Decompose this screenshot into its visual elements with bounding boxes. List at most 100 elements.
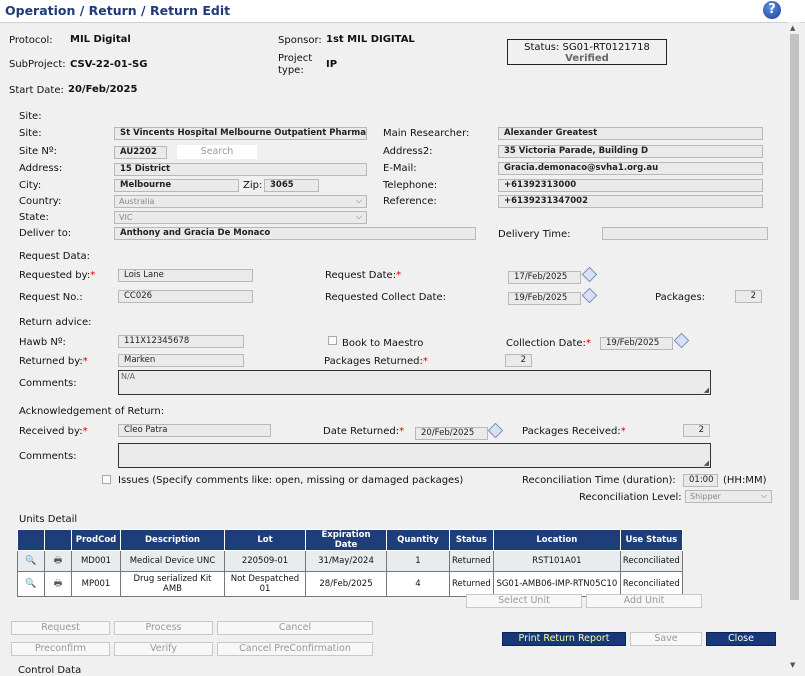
scroll-up-icon[interactable]: ▲ xyxy=(790,24,795,32)
recon-time-field[interactable]: 01:00 xyxy=(683,474,718,487)
return-comments-label: Comments: xyxy=(19,378,77,389)
subproject-value: CSV-22-01-SG xyxy=(70,59,148,70)
resize-grip-icon[interactable]: ◢ xyxy=(704,459,709,467)
table-row[interactable]: 🔍 🖶 MD001 Medical Device UNC 220509-01 3… xyxy=(17,550,683,572)
collection-date-label: Collection Date:* xyxy=(506,338,591,349)
add-unit-button[interactable]: Add Unit xyxy=(586,594,702,608)
description-cell: Medical Device UNC xyxy=(120,550,225,572)
cancel-preconfirmation-button[interactable]: Cancel PreConfirmation xyxy=(217,642,373,656)
city-label: City: xyxy=(19,180,42,191)
site-no-label: Site Nº: xyxy=(19,146,57,157)
units-table: ProdCod Description Lot Expiration Date … xyxy=(17,529,683,597)
select-unit-button[interactable]: Select Unit xyxy=(466,594,582,608)
column-header: Expiration Date xyxy=(305,529,387,551)
column-header xyxy=(44,529,72,551)
calendar-icon[interactable] xyxy=(581,287,598,304)
site-section-label: Site: xyxy=(19,111,42,122)
address-field[interactable]: 15 District xyxy=(114,163,367,176)
recon-time-unit: (HH:MM) xyxy=(723,475,767,486)
packages-received-field[interactable]: 2 xyxy=(683,424,710,437)
request-date-field[interactable]: 17/Feb/2025 xyxy=(508,271,581,284)
column-header: Quantity xyxy=(386,529,450,551)
telephone-field[interactable]: +61392313000 xyxy=(498,179,763,192)
process-button[interactable]: Process xyxy=(114,621,213,635)
collection-date-field[interactable]: 19/Feb/2025 xyxy=(600,337,673,350)
search-button[interactable]: Search xyxy=(177,145,257,159)
reference-field[interactable]: +6139231347002 xyxy=(498,195,763,208)
site-no-field[interactable]: AU2202 xyxy=(114,146,167,159)
reference-label: Reference: xyxy=(383,196,437,207)
calendar-icon[interactable] xyxy=(581,266,598,283)
state-select[interactable]: VIC ⌵ xyxy=(114,211,367,224)
main-researcher-field[interactable]: Alexander Greatest xyxy=(498,127,763,140)
packages-field[interactable]: 2 xyxy=(735,290,762,303)
received-by-field[interactable]: Cleo Patra xyxy=(118,424,271,437)
resize-grip-icon[interactable]: ◢ xyxy=(704,386,709,394)
recon-level-value: Shipper xyxy=(690,492,721,501)
save-button[interactable]: Save xyxy=(630,632,702,646)
packages-label: Packages: xyxy=(655,292,706,303)
address2-field[interactable]: 35 Victoria Parade, Building D xyxy=(498,145,763,158)
start-date-label: Start Date: xyxy=(9,85,64,96)
deliver-label: Deliver to: xyxy=(19,228,72,239)
site-field[interactable]: St Vincents Hospital Melbourne Outpatien… xyxy=(114,127,367,140)
sponsor-value: 1st MIL DIGITAL xyxy=(326,34,415,45)
magnifier-icon[interactable]: 🔍 xyxy=(17,550,45,572)
issues-checkbox[interactable] xyxy=(102,475,111,484)
requested-by-field[interactable]: Lois Lane xyxy=(118,269,253,282)
column-header xyxy=(17,529,45,551)
request-no-field[interactable]: CC026 xyxy=(118,290,253,303)
calendar-icon[interactable] xyxy=(487,422,504,439)
cancel-button[interactable]: Cancel xyxy=(217,621,373,635)
state-label: State: xyxy=(19,212,49,223)
lot-cell: Not Despatched 01 xyxy=(224,571,306,597)
column-header: Lot xyxy=(224,529,306,551)
calendar-icon[interactable] xyxy=(673,332,690,349)
lot-cell: 220509-01 xyxy=(224,550,306,572)
request-button[interactable]: Request xyxy=(11,621,110,635)
date-returned-label: Date Returned:* xyxy=(323,426,405,437)
printer-icon[interactable]: 🖶 xyxy=(44,571,72,597)
close-button[interactable]: Close xyxy=(706,632,776,646)
verify-button[interactable]: Verify xyxy=(114,642,213,656)
scrollbar-thumb[interactable] xyxy=(790,34,799,600)
table-row[interactable]: 🔍 🖶 MP001 Drug serialized Kit AMB Not De… xyxy=(17,571,683,597)
email-field[interactable]: Gracia.demonaco@svha1.org.au xyxy=(498,162,763,175)
recon-level-select[interactable]: Shipper ⌵ xyxy=(685,490,772,503)
ack-comments-field[interactable]: ◢ xyxy=(118,443,711,468)
book-to-maestro-checkbox[interactable] xyxy=(328,336,337,345)
scroll-down-icon[interactable]: ▼ xyxy=(790,661,795,669)
site-label: Site: xyxy=(19,128,42,139)
printer-icon[interactable]: 🖶 xyxy=(44,550,72,572)
status-text: Status: SG01-RT0121718 xyxy=(524,42,650,53)
preconfirm-button[interactable]: Preconfirm xyxy=(11,642,110,656)
column-header: Use Status xyxy=(619,529,683,551)
delivery-time-field[interactable] xyxy=(602,227,768,240)
country-select[interactable]: Australia ⌵ xyxy=(114,195,367,208)
help-icon[interactable]: ? xyxy=(763,1,781,19)
protocol-label: Protocol: xyxy=(9,35,53,46)
chevron-down-icon: ⌵ xyxy=(355,196,362,205)
location-cell: RST101A01 xyxy=(492,550,621,572)
project-type-label-1: Project xyxy=(278,53,313,64)
column-header: Status xyxy=(449,529,494,551)
magnifier-icon[interactable]: 🔍 xyxy=(17,571,45,597)
telephone-label: Telephone: xyxy=(383,180,438,191)
city-field[interactable]: Melbourne xyxy=(114,179,239,192)
project-type-label-2: type: xyxy=(278,65,304,76)
date-returned-field[interactable]: 20/Feb/2025 xyxy=(415,427,488,440)
received-by-label: Received by:* xyxy=(19,426,88,437)
collect-date-field[interactable]: 19/Feb/2025 xyxy=(508,292,581,305)
address-label: Address: xyxy=(19,163,63,174)
print-return-report-button[interactable]: Print Return Report xyxy=(502,632,626,646)
description-cell: Drug serialized Kit AMB xyxy=(120,571,225,597)
return-comments-field[interactable]: N/A ◢ xyxy=(118,370,711,395)
use-status-cell: Reconciliated xyxy=(619,571,683,597)
request-no-label: Request No.: xyxy=(19,292,83,303)
packages-returned-field[interactable]: 2 xyxy=(505,354,532,367)
deliver-field[interactable]: Anthony and Gracia De Monaco xyxy=(114,227,476,240)
returned-by-field[interactable]: Marken xyxy=(118,354,244,367)
zip-field[interactable]: 3065 xyxy=(264,179,319,192)
hawb-field[interactable]: 111X12345678 xyxy=(118,335,244,348)
print-return-report-label: Print Return Report xyxy=(518,633,610,644)
